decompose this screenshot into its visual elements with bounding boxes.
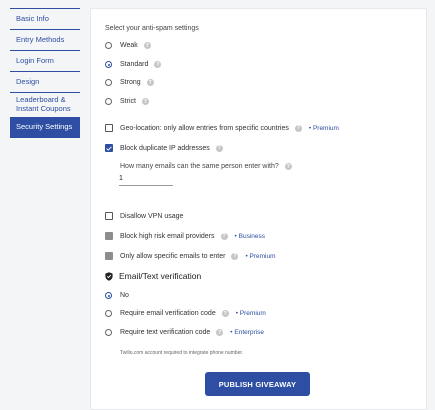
high-risk-label: Block high risk email providers: [120, 232, 215, 240]
specific-emails-checkbox: [105, 252, 113, 260]
help-icon[interactable]: ?: [220, 232, 228, 240]
security-settings-panel: Select your anti-spam settings Weak ? St…: [90, 8, 427, 410]
verification-option-label: No: [120, 292, 129, 299]
radio-standard[interactable]: [105, 61, 112, 68]
antispam-option-label: Weak: [120, 42, 138, 49]
publish-giveaway-button[interactable]: PUBLISH GIVEAWAY: [205, 372, 310, 396]
duplicate-ip-label: Block duplicate IP addresses: [120, 144, 210, 152]
sidebar-item-basic-info[interactable]: Basic Info: [10, 8, 80, 29]
emails-question-label: How many emails can the same person ente…: [120, 163, 279, 170]
geo-location-option[interactable]: Geo-location: only allow entries from sp…: [105, 124, 339, 132]
sidebar-item-leaderboard[interactable]: Leaderboard & Instant Coupons: [10, 92, 80, 117]
tier-badge[interactable]: • Business: [235, 233, 265, 240]
high-risk-email-option: Block high risk email providers ? • Busi…: [105, 232, 265, 240]
antispam-option-label: Standard: [120, 61, 149, 68]
specific-emails-label: Only allow specific emails to enter: [120, 252, 226, 260]
verification-option-text[interactable]: Require text verification code ? • Enter…: [105, 329, 264, 336]
check-icon: [106, 145, 112, 151]
antispam-heading: Select your anti-spam settings: [105, 25, 199, 32]
sidebar-item-design[interactable]: Design: [10, 71, 80, 92]
verification-option-email[interactable]: Require email verification code ? • Prem…: [105, 310, 266, 317]
help-icon[interactable]: ?: [146, 79, 154, 86]
geo-location-checkbox[interactable]: [105, 124, 113, 132]
help-icon[interactable]: ?: [215, 144, 223, 152]
antispam-option-standard[interactable]: Standard ?: [105, 61, 162, 68]
antispam-option-label: Strict: [120, 98, 136, 105]
antispam-option-strong[interactable]: Strong ?: [105, 79, 154, 86]
help-icon[interactable]: ?: [216, 329, 224, 336]
vpn-option[interactable]: Disallow VPN usage: [105, 212, 183, 220]
shield-icon: [105, 271, 113, 281]
verification-title: Email/Text verification: [105, 271, 201, 281]
specific-emails-option: Only allow specific emails to enter ? • …: [105, 252, 276, 260]
verification-title-text: Email/Text verification: [119, 271, 202, 281]
emails-question: How many emails can the same person ente…: [120, 163, 292, 170]
radio-weak[interactable]: [105, 42, 112, 49]
radio-no[interactable]: [105, 292, 112, 299]
tier-badge[interactable]: • Premium: [309, 125, 339, 132]
verification-option-no[interactable]: No: [105, 292, 129, 299]
high-risk-checkbox: [105, 232, 113, 240]
radio-email-code[interactable]: [105, 310, 112, 317]
radio-text-code[interactable]: [105, 329, 112, 336]
help-icon[interactable]: ?: [284, 163, 292, 170]
antispam-option-label: Strong: [120, 79, 141, 86]
duplicate-ip-option[interactable]: Block duplicate IP addresses ?: [105, 144, 223, 152]
help-icon[interactable]: ?: [231, 252, 239, 260]
geo-location-label: Geo-location: only allow entries from sp…: [120, 124, 289, 132]
duplicate-ip-checkbox[interactable]: [105, 144, 113, 152]
antispam-option-strict[interactable]: Strict ?: [105, 98, 149, 105]
verification-option-label: Require email verification code: [120, 310, 216, 317]
sidebar-item-entry-methods[interactable]: Entry Methods: [10, 29, 80, 50]
antispam-option-weak[interactable]: Weak ?: [105, 42, 151, 49]
sidebar-item-security-settings[interactable]: Security Settings: [10, 117, 80, 138]
help-icon[interactable]: ?: [141, 98, 149, 105]
vpn-checkbox[interactable]: [105, 212, 113, 220]
sidebar-item-login-form[interactable]: Login Form: [10, 50, 80, 71]
radio-strict[interactable]: [105, 98, 112, 105]
tier-badge[interactable]: • Enterprise: [230, 329, 264, 336]
twilio-note: Twilio.com account required to integrate…: [120, 350, 244, 356]
verification-option-label: Require text verification code: [120, 329, 211, 336]
help-icon[interactable]: ?: [221, 310, 229, 317]
tier-badge[interactable]: • Premium: [236, 310, 266, 317]
vpn-label: Disallow VPN usage: [120, 212, 184, 220]
tier-badge[interactable]: • Premium: [245, 253, 275, 260]
help-icon[interactable]: ?: [154, 61, 162, 68]
help-icon[interactable]: ?: [294, 124, 302, 132]
sidebar: Basic Info Entry Methods Login Form Desi…: [10, 8, 80, 138]
help-icon[interactable]: ?: [143, 42, 151, 49]
radio-strong[interactable]: [105, 79, 112, 86]
emails-count-input[interactable]: [119, 171, 173, 186]
